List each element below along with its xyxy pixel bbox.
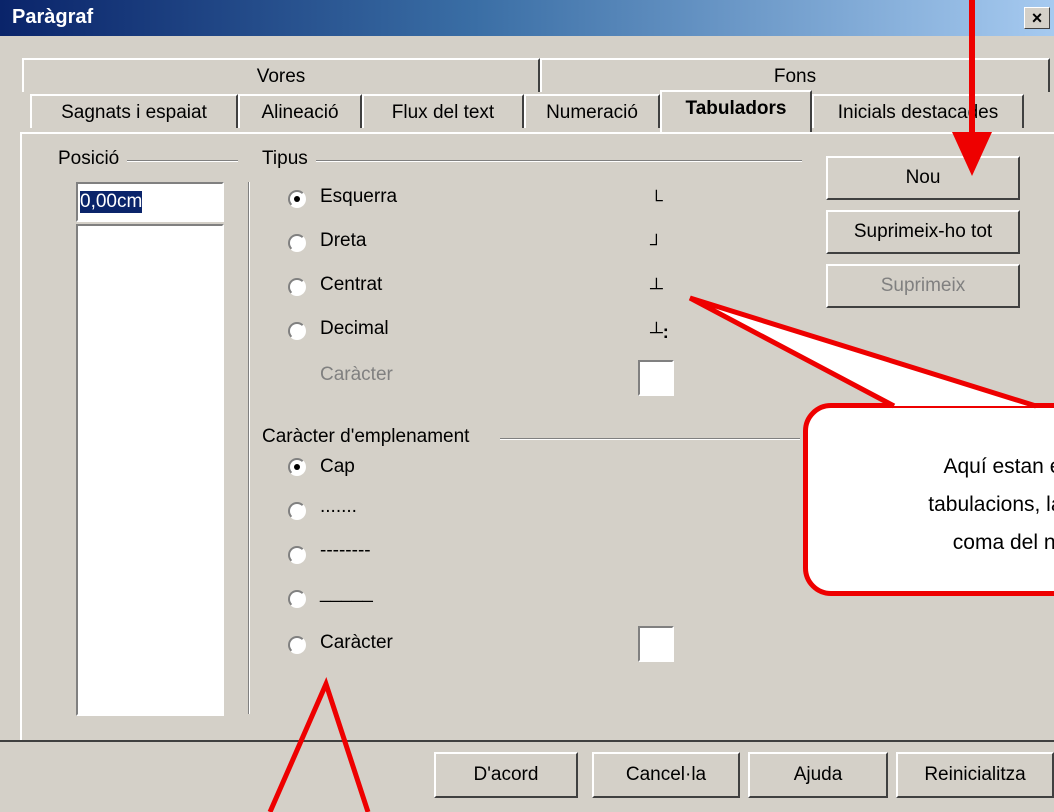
bottom-callout-tail (267, 676, 371, 812)
arrow-head-icon (952, 132, 992, 176)
annotation-overlay (267, 0, 1037, 812)
callout-tail (688, 295, 1037, 409)
tab-label: Tabuladors (685, 98, 787, 119)
tab-tabuladors[interactable]: Tabuladors (660, 90, 812, 132)
